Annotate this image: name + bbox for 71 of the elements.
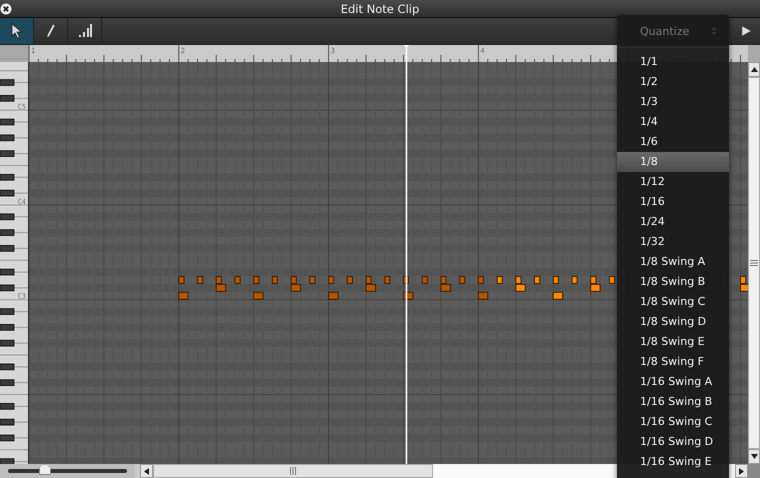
note-block[interactable] — [609, 276, 616, 284]
menu-item[interactable]: 1/8 Swing B — [617, 272, 729, 292]
menu-item[interactable]: 1/1 — [617, 52, 729, 72]
menu-item[interactable]: 1/24 — [617, 212, 729, 232]
quantize-field[interactable]: Quantize — [617, 15, 729, 48]
menu-item[interactable]: 1/8 Swing E — [617, 332, 729, 352]
menu-item[interactable]: 1/4 — [617, 112, 729, 132]
note-block[interactable] — [403, 292, 414, 300]
menu-item[interactable]: 1/2 — [617, 72, 729, 92]
sharp-key[interactable] — [0, 418, 14, 426]
menu-item[interactable]: 1/16 Swing A — [617, 372, 729, 392]
sharp-key[interactable] — [0, 364, 14, 370]
menu-item[interactable]: 1/8 — [617, 152, 729, 172]
scroll-down-button[interactable] — [748, 449, 760, 464]
menu-item[interactable]: 1/8 Swing C — [617, 292, 729, 312]
sharp-key[interactable] — [0, 174, 14, 181]
note-block[interactable] — [552, 292, 564, 300]
menu-item[interactable]: 1/16 Swing C — [617, 412, 729, 432]
slider-thumb[interactable] — [38, 464, 51, 475]
play-icon — [740, 25, 752, 37]
menu-item[interactable]: 1/16 Swing E — [617, 452, 729, 472]
sharp-key[interactable] — [0, 403, 14, 410]
close-button[interactable] — [0, 3, 13, 16]
sharp-key[interactable] — [0, 324, 14, 331]
grip-icon — [750, 260, 758, 266]
scrollbar-corner — [748, 464, 760, 478]
menu-item[interactable]: 1/8 Swing D — [617, 312, 729, 332]
vertical-scroll-thumb[interactable] — [748, 77, 760, 449]
note-block[interactable] — [534, 276, 540, 284]
up-arrow-icon — [750, 67, 758, 72]
left-arrow-icon — [144, 468, 149, 474]
note-block[interactable] — [515, 276, 522, 284]
grip-icon — [290, 467, 296, 475]
ruler-corner — [748, 45, 760, 62]
note-block[interactable] — [590, 284, 601, 292]
note-block[interactable] — [740, 276, 746, 284]
bar-levels-icon — [78, 24, 92, 38]
note-block[interactable] — [403, 276, 410, 284]
menu-item[interactable]: 1/8 Swing F — [617, 352, 729, 372]
pencil-icon — [46, 23, 56, 39]
menu-item[interactable]: 1/8 Swing A — [617, 252, 729, 272]
note-block[interactable] — [496, 276, 503, 284]
note-block[interactable] — [552, 276, 559, 284]
horizontal-scroll-thumb[interactable] — [153, 464, 433, 478]
note-block[interactable] — [590, 276, 596, 284]
scroll-left-button[interactable] — [140, 464, 153, 478]
menu-item[interactable]: 1/32 — [617, 232, 729, 252]
menu-item[interactable]: 1/16 Swing D — [617, 432, 729, 452]
note-block[interactable] — [515, 284, 526, 292]
sharp-key[interactable] — [0, 340, 14, 346]
right-arrow-icon — [739, 468, 744, 474]
sharp-key[interactable] — [0, 379, 14, 386]
note-block[interactable] — [572, 276, 578, 284]
menu-item[interactable]: 1/3 — [617, 92, 729, 112]
menu-item[interactable]: 1/16 — [617, 192, 729, 212]
menu-item[interactable]: 1/16 Swing B — [617, 392, 729, 412]
sharp-key[interactable] — [0, 94, 14, 102]
scroll-up-button[interactable] — [748, 62, 760, 77]
close-icon — [0, 3, 12, 15]
menu-item[interactable]: 1/6 — [617, 132, 729, 152]
pointer-icon — [10, 23, 22, 39]
down-arrow-icon — [750, 454, 758, 459]
menu-item[interactable]: 1/12 — [617, 172, 729, 192]
ruler-corner — [0, 45, 29, 62]
zoom-slider[interactable] — [0, 464, 135, 478]
scroll-right-button[interactable] — [735, 464, 748, 478]
sharp-key[interactable] — [0, 134, 14, 142]
tool-button[interactable] — [0, 18, 34, 44]
sharp-key[interactable] — [0, 213, 14, 220]
playhead-line[interactable] — [403, 45, 410, 464]
window-title: Edit Note Clip — [340, 2, 420, 16]
